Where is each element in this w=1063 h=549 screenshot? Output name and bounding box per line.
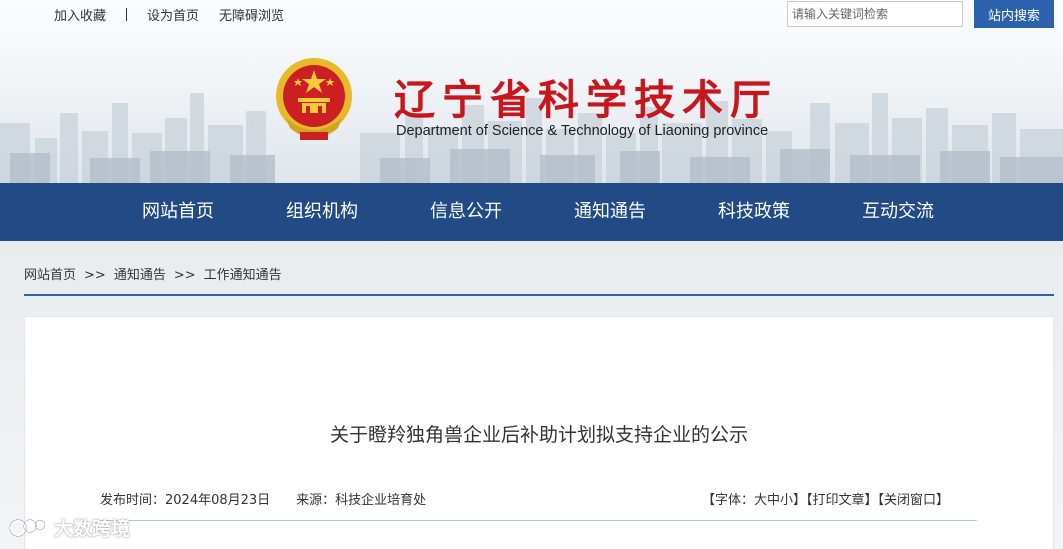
nav-item-interaction[interactable]: 互动交流 [862,183,934,241]
search-button[interactable]: 站内搜索 [974,0,1054,28]
watermark-text: 大数跨境 [54,518,131,540]
breadcrumb-home[interactable]: 网站首页 [24,268,76,283]
nav-item-organization[interactable]: 组织机构 [286,183,358,241]
close-window-link[interactable]: 【关闭窗口】 [878,493,950,508]
watermark-logo-icon [9,518,46,537]
breadcrumb-divider [24,294,1054,296]
meta-divider [100,520,977,521]
nav-item-policy[interactable]: 科技政策 [718,183,790,241]
article-meta: 发布时间：2024年08月23日 来源：科技企业培育处 [100,489,426,508]
article-source: 来源：科技企业培育处 [296,493,427,508]
search-input[interactable] [787,1,963,27]
site-title: 辽宁省科学技术厅 [394,76,778,124]
nav-item-notices[interactable]: 通知通告 [574,183,646,241]
font-size-control[interactable]: 【字体：大中小】 [702,493,806,508]
breadcrumb-work-notices[interactable]: 工作通知通告 [204,268,282,283]
site-subtitle-english: Department of Science & Technology of Li… [396,123,769,139]
site-header: 加入收藏 设为首页 无障碍浏览 站内搜索 辽宁省科学技术厅 Department… [0,0,1063,183]
breadcrumb-separator: >> [84,268,106,283]
breadcrumb-separator: >> [173,268,196,283]
print-article-link[interactable]: 【打印文章】 [806,493,878,508]
watermark: 大数跨境 [8,514,130,541]
top-links: 加入收藏 设为首页 无障碍浏览 [54,5,284,24]
add-favorite-link[interactable]: 加入收藏 [54,5,106,24]
article-title: 关于瞪羚独角兽企业后补助计划拟支持企业的公示 [329,424,748,446]
nav-item-home[interactable]: 网站首页 [142,183,214,241]
top-links-divider [126,8,128,21]
national-emblem-icon [276,58,352,140]
set-homepage-link[interactable]: 设为首页 [147,5,199,24]
main-nav: 网站首页 组织机构 信息公开 通知通告 科技政策 互动交流 [0,183,1063,241]
nav-item-info-disclosure[interactable]: 信息公开 [430,183,502,241]
breadcrumb: 网站首页 >> 通知通告 >> 工作通知通告 [24,264,282,283]
publish-time: 发布时间：2024年08月23日 [100,493,271,508]
breadcrumb-notices[interactable]: 通知通告 [114,268,166,283]
accessibility-link[interactable]: 无障碍浏览 [219,5,284,24]
article-tools: 【字体：大中小】【打印文章】【关闭窗口】 [702,489,949,508]
